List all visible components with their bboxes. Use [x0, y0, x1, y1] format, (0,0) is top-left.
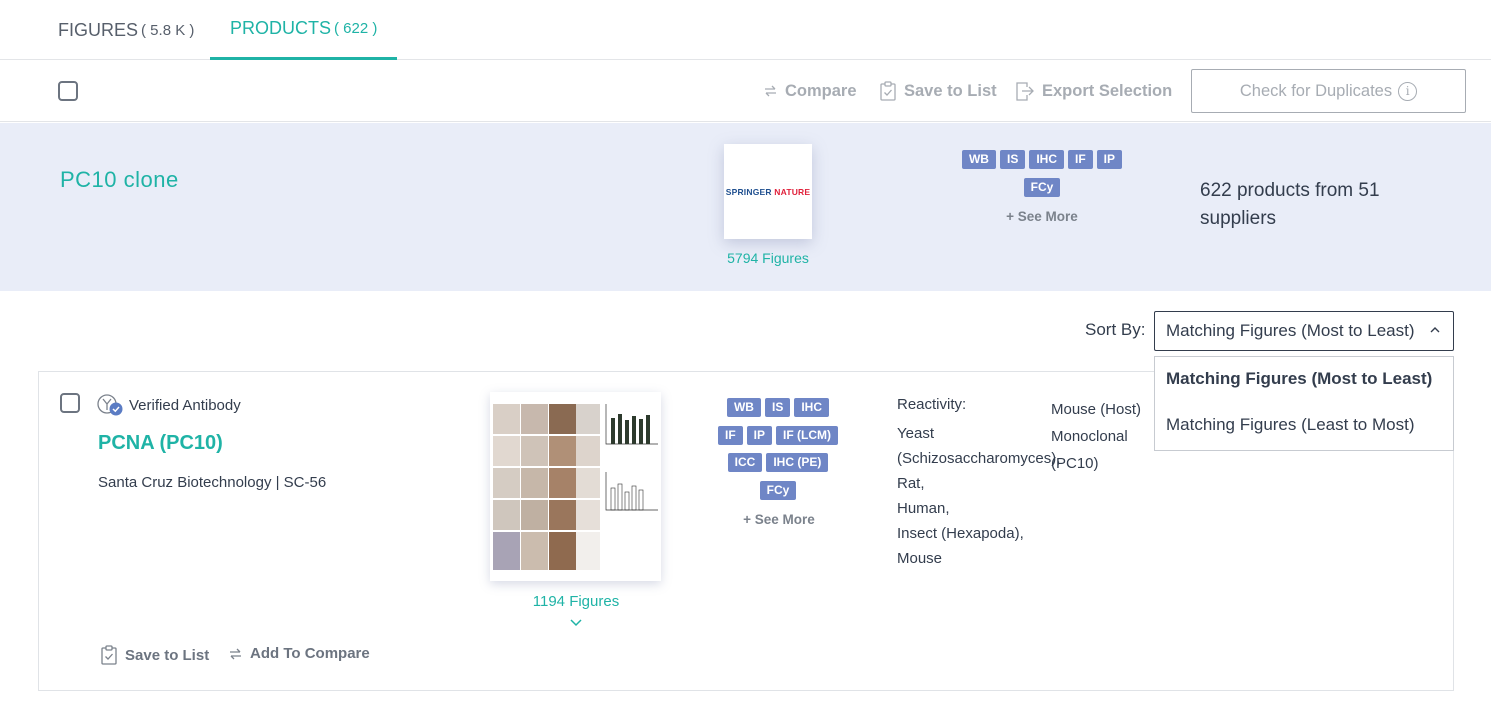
clone-id: (PC10)	[1051, 455, 1099, 472]
save-to-list-button[interactable]: Save to List	[880, 80, 997, 102]
sort-dropdown-menu: Matching Figures (Most to Least) Matchin…	[1154, 356, 1454, 451]
application-tag: WB	[961, 150, 996, 169]
tab-figures-count: ( 5.8 K )	[141, 21, 195, 39]
tab-figures-label: FIGURES	[58, 19, 139, 40]
host-clonality-info: Mouse (Host) Monoclonal (PC10)	[1051, 396, 1141, 477]
reactivity-item: Mouse	[897, 550, 943, 567]
application-tag: IF	[718, 425, 743, 445]
reactivity-label: Reactivity:	[897, 396, 967, 413]
clipboard-check-icon	[880, 81, 896, 101]
clipboard-check-icon	[101, 645, 117, 665]
compare-arrows-icon	[230, 648, 241, 659]
product-application-tags: WB IS IHC IF IP IF (LCM) ICC IHC (PE) FCy	[703, 398, 853, 508]
add-to-compare-button[interactable]: Add To Compare	[229, 645, 370, 662]
product-title-link[interactable]: PCNA (PC10)	[98, 432, 223, 455]
clonality: Monoclonal	[1051, 428, 1128, 445]
application-tag: IHC (PE)	[766, 453, 829, 472]
application-tag: FCy	[759, 480, 797, 500]
selection-toolbar: Compare Save to List Export Selection Ch…	[0, 60, 1491, 122]
sort-selected-value: Matching Figures (Most to Least)	[1166, 321, 1415, 340]
logo-text-springer: SPRINGER	[725, 186, 775, 197]
product-save-to-list-label: Save to List	[125, 646, 210, 664]
application-tag: IS	[999, 150, 1026, 169]
banner-figures-link[interactable]: 5794 Figures	[700, 250, 836, 266]
tab-products-count: ( 622 )	[334, 20, 378, 37]
publisher-logo: SPRINGER NATURE	[724, 144, 812, 239]
compare-label: Compare	[785, 81, 857, 100]
export-selection-button[interactable]: Export Selection	[1016, 80, 1172, 102]
save-to-list-label: Save to List	[904, 81, 997, 100]
reactivity-item: Yeast	[897, 425, 934, 442]
tab-products[interactable]: PRODUCTS ( 622 )	[210, 0, 398, 60]
sort-label: Sort By:	[1085, 320, 1146, 339]
product-figure-thumbnail[interactable]	[490, 392, 661, 581]
sort-option-least-to-most[interactable]: Matching Figures (Least to Most)	[1166, 415, 1414, 435]
application-tag: IHC	[1029, 150, 1064, 169]
tab-products-label: PRODUCTS	[230, 18, 332, 38]
application-tag: FCy	[1023, 178, 1061, 197]
application-tag: IF (LCM)	[776, 425, 838, 445]
product-save-to-list-button[interactable]: Save to List	[101, 645, 209, 665]
figure-thumbnail-image	[490, 392, 661, 581]
reactivity-item: Insect (Hexapoda),	[897, 525, 1024, 542]
chevron-up-icon	[1430, 327, 1440, 333]
sort-option-most-to-least[interactable]: Matching Figures (Most to Least)	[1166, 369, 1432, 389]
application-tag: IP	[1096, 150, 1123, 169]
export-selection-label: Export Selection	[1042, 81, 1173, 100]
verified-antibody-badge: Verified Antibody	[97, 394, 241, 416]
clone-summary-banner: PC10 clone SPRINGER NATURE 5794 Figures …	[0, 123, 1491, 291]
application-tag: ICC	[727, 453, 763, 472]
product-figures-link[interactable]: 1194 Figures	[509, 593, 643, 610]
reactivity-item: Rat,	[897, 475, 925, 492]
clone-title: PC10 clone	[60, 167, 179, 192]
host-species: Mouse (Host)	[1051, 401, 1142, 418]
banner-application-tags: WB IS IHC IF IP FCy	[940, 150, 1144, 206]
info-icon: i	[1398, 81, 1418, 101]
result-tabs: FIGURES ( 5.8 K ) PRODUCTS ( 622 )	[0, 0, 1491, 60]
banner-see-more-link[interactable]: + See More	[970, 209, 1114, 224]
sort-select[interactable]: Matching Figures (Most to Least)	[1154, 311, 1454, 351]
products-summary: 622 products from 51 suppliers	[1200, 180, 1380, 229]
compare-arrows-icon	[765, 85, 776, 97]
application-tag: IHC	[794, 398, 829, 417]
compare-button[interactable]: Compare	[764, 80, 857, 102]
check-duplicates-label: Check for Duplicates	[1239, 81, 1393, 100]
application-tag: WB	[726, 398, 761, 417]
reactivity-list: Yeast (Schizosaccharomyces), Rat, Human,…	[897, 421, 1060, 571]
select-all-checkbox[interactable]	[58, 81, 78, 101]
verified-antibody-label: Verified Antibody	[129, 396, 241, 414]
tab-figures[interactable]: FIGURES ( 5.8 K )	[38, 0, 214, 60]
reactivity-item: Human,	[897, 500, 950, 517]
export-icon	[1016, 82, 1034, 101]
check-duplicates-button[interactable]: Check for Duplicates i	[1191, 69, 1466, 113]
logo-text-nature: NATURE	[774, 186, 811, 197]
application-tag: IP	[746, 425, 773, 445]
product-select-checkbox[interactable]	[60, 393, 80, 413]
product-supplier: Santa Cruz Biotechnology | SC-56	[98, 474, 327, 491]
verified-antibody-icon	[97, 394, 123, 416]
add-to-compare-label: Add To Compare	[250, 645, 370, 662]
chevron-down-icon[interactable]	[568, 617, 584, 629]
application-tag: IS	[764, 398, 791, 417]
application-tag: IF	[1068, 150, 1093, 169]
product-see-more-link[interactable]: + See More	[719, 512, 839, 527]
reactivity-item: (Schizosaccharomyces),	[897, 450, 1061, 467]
